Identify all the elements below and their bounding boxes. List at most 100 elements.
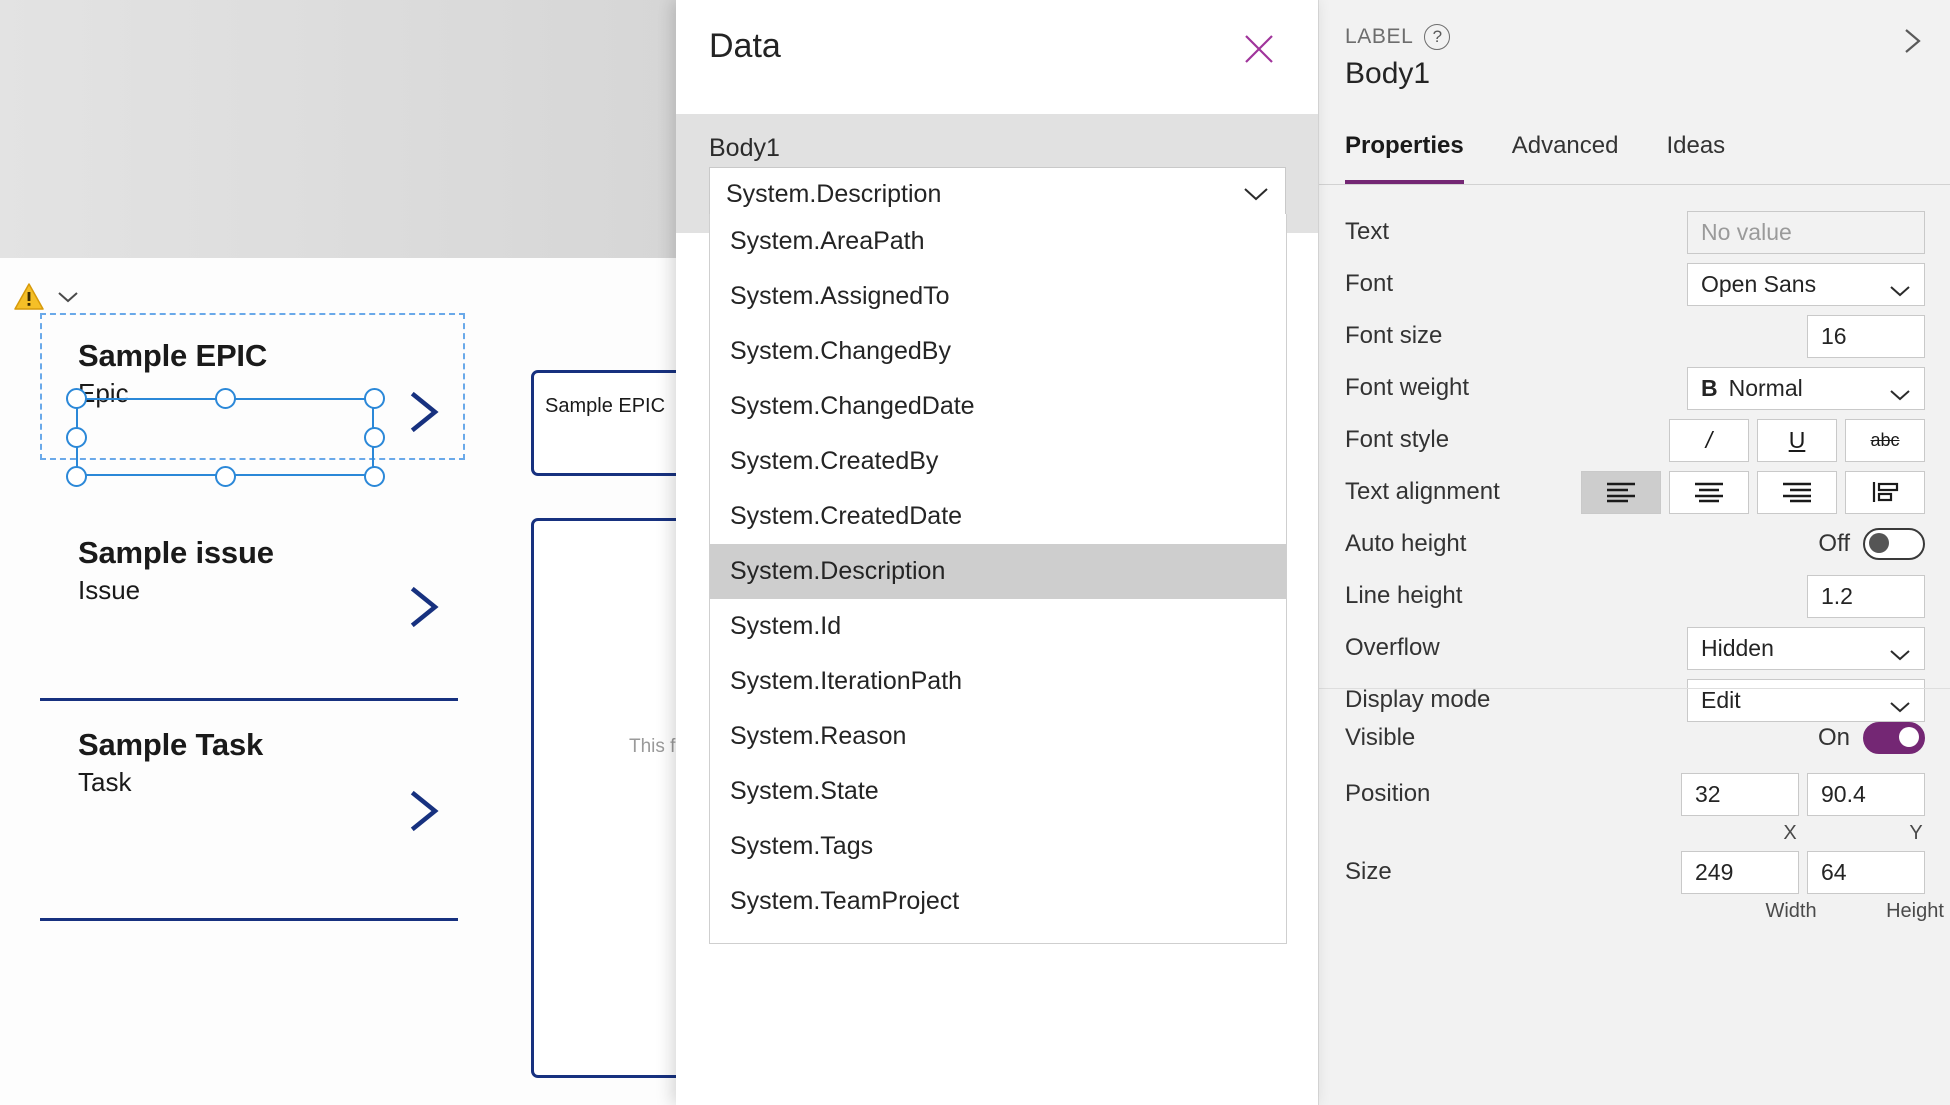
question-circle-icon[interactable]: ? <box>1424 24 1451 50</box>
property-row-line-height: Line height 1.2 <box>1319 570 1950 622</box>
resize-handle[interactable] <box>364 466 385 487</box>
font-weight-select[interactable]: B Normal <box>1687 366 1925 410</box>
option-item[interactable]: System.ChangedDate <box>710 379 1286 434</box>
tab-properties[interactable]: Properties <box>1345 132 1464 184</box>
tab-advanced[interactable]: Advanced <box>1512 132 1619 184</box>
properties-panel: LABEL ? Body1 Properties Advanced Ideas … <box>1318 0 1950 1105</box>
property-label: Font <box>1345 270 1394 297</box>
app-root: Sample EPIC Epic Sample issue Issue Samp… <box>0 0 1950 1105</box>
property-label: Position <box>1345 780 1431 807</box>
position-x-caption: X <box>1783 822 1797 844</box>
size-width-input[interactable]: 249 <box>1681 850 1799 894</box>
tree-item-title: Sample Task <box>78 727 264 762</box>
data-field-combobox[interactable]: System.Description <box>709 167 1286 221</box>
property-label: Overflow <box>1345 634 1440 661</box>
property-row-visible: Visible On <box>1319 710 1950 766</box>
properties-layout-section: Visible On Position 32 90.4 X Y Size 249… <box>1319 710 1950 922</box>
strikethrough-icon[interactable]: abc <box>1845 418 1925 462</box>
position-axis-captions: X Y <box>1319 822 1950 844</box>
property-row-font: Font Open Sans <box>1319 258 1950 310</box>
element-selection-handles[interactable] <box>66 388 385 487</box>
properties-panel-header: LABEL ? Body1 <box>1319 0 1950 132</box>
chevron-down-icon[interactable] <box>57 290 79 304</box>
position-y-input[interactable]: 90.4 <box>1807 772 1925 816</box>
resize-handle[interactable] <box>66 427 87 448</box>
resize-handle[interactable] <box>364 427 385 448</box>
overflow-value: Hidden <box>1701 634 1774 661</box>
underline-icon[interactable]: U <box>1757 418 1837 462</box>
resize-handle[interactable] <box>66 466 87 487</box>
overflow-select[interactable]: Hidden <box>1687 626 1925 670</box>
tree-item-title: Sample issue <box>78 535 274 570</box>
text-input[interactable]: No value <box>1687 210 1925 254</box>
tree-item-task[interactable]: Sample Task Task <box>78 727 498 796</box>
font-select[interactable]: Open Sans <box>1687 262 1925 306</box>
chevron-right-icon[interactable] <box>408 585 442 629</box>
align-justify-icon[interactable] <box>1845 470 1925 514</box>
strikethrough-glyph: abc <box>1870 429 1900 450</box>
position-y-caption: Y <box>1909 822 1923 844</box>
chevron-right-icon[interactable] <box>408 789 442 833</box>
italic-icon[interactable]: / <box>1669 418 1749 462</box>
auto-height-toggle[interactable] <box>1863 528 1925 560</box>
chevron-down-icon <box>1889 641 1911 661</box>
property-label: Text <box>1345 218 1390 245</box>
properties-main-section: Text No value Font Open Sans Font size 1… <box>1319 206 1950 726</box>
properties-kicker-text: LABEL <box>1345 25 1414 48</box>
property-label: Line height <box>1345 582 1463 609</box>
font-weight-value: Normal <box>1728 374 1803 401</box>
line-height-input[interactable]: 1.2 <box>1807 574 1925 618</box>
property-label: Visible <box>1345 724 1416 751</box>
option-item[interactable]: System.AreaPath <box>710 214 1286 269</box>
option-item[interactable]: System.CreatedBy <box>710 434 1286 489</box>
tree-item-title: Sample EPIC <box>78 338 268 373</box>
chevron-right-icon[interactable] <box>1900 26 1926 56</box>
option-item[interactable]: System.ChangedBy <box>710 324 1286 379</box>
resize-handle[interactable] <box>215 388 236 409</box>
chevron-right-icon[interactable] <box>408 390 442 434</box>
tree-divider <box>40 698 458 701</box>
data-panel-header: Data <box>676 0 1318 114</box>
auto-height-state-text: Off <box>1818 530 1850 557</box>
underline-glyph: U <box>1788 426 1806 453</box>
option-item[interactable]: System.Description <box>710 544 1286 599</box>
align-right-icon[interactable] <box>1757 470 1837 514</box>
close-icon[interactable] <box>1236 26 1282 72</box>
visible-toggle[interactable] <box>1863 722 1925 754</box>
font-size-input[interactable]: 16 <box>1807 314 1925 358</box>
resize-handle[interactable] <box>215 466 236 487</box>
option-item[interactable]: System.IterationPath <box>710 654 1286 709</box>
size-height-input[interactable]: 64 <box>1807 850 1925 894</box>
property-label: Text alignment <box>1345 478 1500 505</box>
warning-triangle-icon <box>14 283 44 310</box>
chevron-down-icon <box>1243 186 1269 202</box>
option-item[interactable]: System.CreatedDate <box>710 489 1286 544</box>
preview-card-label: Sample EPIC <box>545 395 666 417</box>
property-row-position: Position 32 90.4 <box>1319 766 1950 822</box>
tab-ideas[interactable]: Ideas <box>1666 132 1725 184</box>
align-left-icon[interactable] <box>1581 470 1661 514</box>
option-item[interactable]: System.TeamProject <box>710 874 1286 929</box>
data-field-option-list[interactable]: System.AreaPath System.AssignedTo System.C… <box>709 214 1287 944</box>
option-item[interactable]: System.Title <box>710 929 1286 943</box>
property-row-overflow: Overflow Hidden <box>1319 622 1950 674</box>
font-select-value: Open Sans <box>1701 270 1817 297</box>
align-center-icon[interactable] <box>1669 470 1749 514</box>
property-label: Auto height <box>1345 530 1467 557</box>
resize-handle[interactable] <box>364 388 385 409</box>
option-item[interactable]: System.Id <box>710 599 1286 654</box>
option-item[interactable]: System.State <box>710 764 1286 819</box>
canvas-top-gradient <box>0 0 680 258</box>
chevron-down-icon <box>1889 381 1911 401</box>
size-width-caption: Width <box>1765 900 1817 922</box>
chevron-down-icon <box>1889 277 1911 297</box>
position-x-input[interactable]: 32 <box>1681 772 1799 816</box>
resize-handle[interactable] <box>66 388 87 409</box>
property-row-text-alignment: Text alignment <box>1319 466 1950 518</box>
option-item[interactable]: System.Tags <box>710 819 1286 874</box>
canvas-area: Sample EPIC Epic Sample issue Issue Samp… <box>0 0 731 1105</box>
data-field-label: Body1 <box>709 134 780 162</box>
option-item[interactable]: System.AssignedTo <box>710 269 1286 324</box>
option-item[interactable]: System.Reason <box>710 709 1286 764</box>
property-row-size: Size 249 64 <box>1319 844 1950 900</box>
